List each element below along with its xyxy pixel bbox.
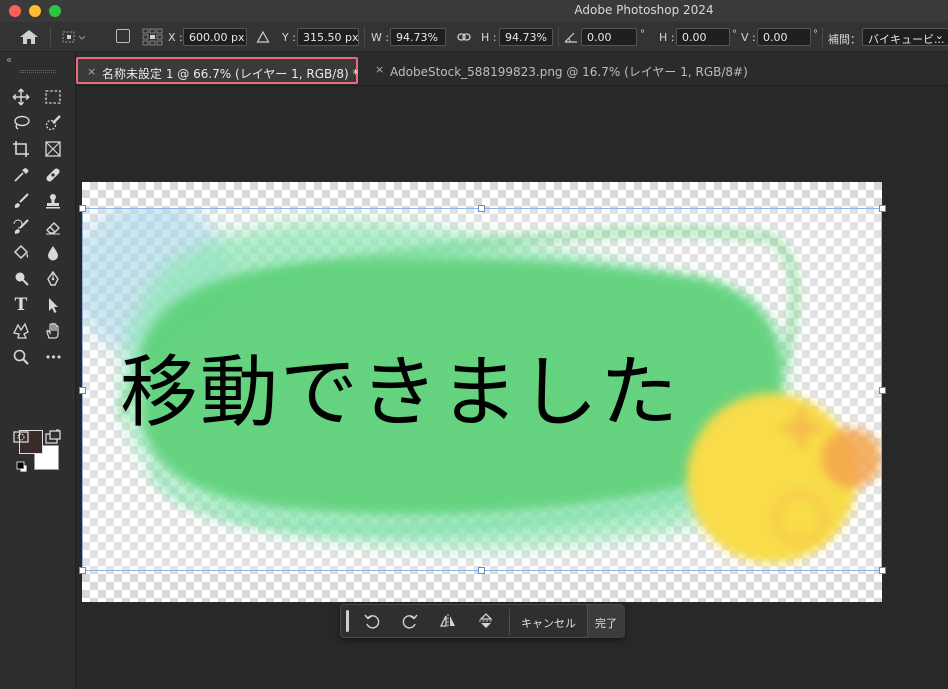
rotate-right-icon[interactable] xyxy=(396,610,424,632)
title-bar: Adobe Photoshop 2024 xyxy=(0,0,948,22)
rotate-icon xyxy=(563,30,579,44)
quick-select-icon[interactable] xyxy=(40,112,66,134)
type-icon[interactable]: T xyxy=(8,294,34,316)
x-field[interactable]: 600.00 px xyxy=(183,28,247,46)
canvas-text-layer[interactable]: 移動できました xyxy=(120,354,680,432)
move-icon[interactable] xyxy=(8,86,34,108)
interpolation-value: バイキュービ... xyxy=(868,33,945,46)
eraser-icon[interactable] xyxy=(40,216,66,238)
cancel-button[interactable]: キャンセル xyxy=(521,615,576,631)
workspace[interactable]: 移動できました xyxy=(76,86,948,689)
interpolation-select[interactable]: バイキュービ... ⌄ xyxy=(862,28,948,46)
marquee-icon[interactable] xyxy=(40,86,66,108)
tab-label: AdobeStock_588199823.png @ 16.7% (レイヤー 1… xyxy=(390,65,748,79)
h-label: H : xyxy=(481,31,497,44)
transform-handle[interactable] xyxy=(79,387,86,394)
paint-bucket-icon[interactable] xyxy=(8,242,34,264)
w-label: W : xyxy=(371,31,390,44)
reference-point-icon[interactable] xyxy=(60,28,90,46)
transform-context-bar: キャンセル 完了 xyxy=(340,604,625,638)
delta-icon[interactable] xyxy=(256,30,270,44)
rotate-left-icon[interactable] xyxy=(358,610,386,632)
more-icon[interactable]: ••• xyxy=(40,346,66,368)
panel-grip[interactable] xyxy=(20,70,56,73)
y-label: Y : xyxy=(282,31,296,44)
divider xyxy=(364,27,365,47)
reference-point-checkbox[interactable] xyxy=(116,29,130,43)
crop-icon[interactable] xyxy=(8,138,34,160)
transform-handle[interactable] xyxy=(879,387,886,394)
home-icon[interactable] xyxy=(18,28,40,46)
width-field[interactable]: 94.73% xyxy=(390,28,446,46)
context-bar-grip[interactable] xyxy=(346,610,349,632)
skew-h-label: H : xyxy=(659,31,675,44)
screen-mode-icon[interactable] xyxy=(40,426,66,448)
transform-handle[interactable] xyxy=(879,205,886,212)
degree-symbol: ° xyxy=(813,29,818,40)
transform-handle[interactable] xyxy=(79,205,86,212)
quick-mask-icon[interactable] xyxy=(8,426,34,448)
path-select-icon[interactable] xyxy=(40,294,66,316)
degree-symbol: ° xyxy=(640,29,645,40)
rotate-field[interactable]: 0.00 xyxy=(581,28,637,46)
eyedropper-icon[interactable] xyxy=(8,164,34,186)
lasso-icon[interactable] xyxy=(8,112,34,134)
pen-icon[interactable] xyxy=(40,268,66,290)
options-bar: X : 600.00 px Y : 315.50 px W : 94.73% H… xyxy=(0,22,948,52)
tab-document-1[interactable]: × 名称未設定 1 @ 66.7% (レイヤー 1, RGB/8) * xyxy=(76,57,358,84)
done-button[interactable]: 完了 xyxy=(587,605,625,638)
transform-handle[interactable] xyxy=(478,205,485,212)
interpolation-label: 補間： xyxy=(828,33,861,46)
divider xyxy=(822,27,823,47)
tab-adobestock[interactable]: × AdobeStock_588199823.png @ 16.7% (レイヤー… xyxy=(366,57,756,84)
document-tabs: × 名称未設定 1 @ 66.7% (レイヤー 1, RGB/8) * × Ad… xyxy=(76,52,948,86)
zoom-icon[interactable] xyxy=(8,346,34,368)
app-title: Adobe Photoshop 2024 xyxy=(574,3,714,17)
chevron-down-icon: ⌄ xyxy=(934,29,944,42)
height-field[interactable]: 94.73% xyxy=(499,28,553,46)
flip-horizontal-icon[interactable] xyxy=(434,610,462,632)
transform-handle[interactable] xyxy=(478,567,485,574)
document-canvas[interactable]: 移動できました xyxy=(79,182,886,602)
tab-label: 名称未設定 1 @ 66.7% (レイヤー 1, RGB/8) * xyxy=(102,67,359,81)
close-icon[interactable]: × xyxy=(375,63,384,76)
close-icon[interactable]: × xyxy=(87,65,96,78)
collapse-icon[interactable]: « xyxy=(6,55,12,66)
x-label: X : xyxy=(168,31,183,44)
blur-icon[interactable] xyxy=(40,242,66,264)
frame-icon[interactable] xyxy=(40,138,66,160)
skew-v-label: V : xyxy=(741,31,756,44)
healing-icon[interactable] xyxy=(40,164,66,186)
divider xyxy=(509,609,510,635)
divider xyxy=(50,27,51,47)
brush-icon[interactable] xyxy=(8,190,34,212)
transform-handle[interactable] xyxy=(79,567,86,574)
tools-panel: « T ••• xyxy=(0,52,76,689)
shape-icon[interactable] xyxy=(8,320,34,342)
link-icon[interactable] xyxy=(457,31,471,43)
stamp-icon[interactable] xyxy=(40,190,66,212)
default-colors-icon[interactable] xyxy=(16,458,28,473)
y-field[interactable]: 315.50 px xyxy=(297,28,359,46)
flip-vertical-icon[interactable] xyxy=(472,610,500,632)
done-label: 完了 xyxy=(595,617,617,630)
skew-v-field[interactable]: 0.00 xyxy=(757,28,811,46)
skew-h-field[interactable]: 0.00 xyxy=(676,28,730,46)
hand-icon[interactable] xyxy=(40,320,66,342)
divider xyxy=(558,27,559,47)
reference-grid-icon[interactable] xyxy=(141,27,163,47)
degree-symbol: ° xyxy=(732,29,737,40)
dodge-icon[interactable] xyxy=(8,268,34,290)
history-brush-icon[interactable] xyxy=(8,216,34,238)
transform-handle[interactable] xyxy=(879,567,886,574)
